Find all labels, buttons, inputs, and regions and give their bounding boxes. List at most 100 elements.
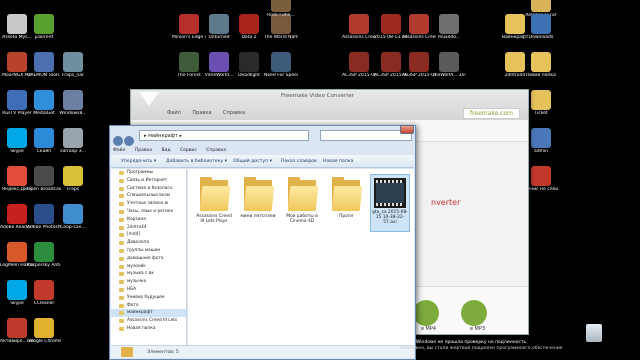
menu-file[interactable]: Файл	[113, 148, 125, 153]
slideshow-button[interactable]: Показ слайдов	[281, 159, 317, 164]
organize-button[interactable]: Упорядочить ▾	[121, 159, 156, 164]
shortcut-label: Assassins Creed III Lets...	[342, 35, 376, 40]
desktop-shortcut[interactable]: Kaspersky Anti-Virus	[27, 242, 61, 268]
navigation-pane[interactable]: Программы Связь и Интернет Система и безоп…	[111, 169, 187, 345]
desktop-shortcut[interactable]: Deadlight	[232, 52, 266, 78]
nav-item[interactable]: Новая папка	[111, 325, 186, 333]
folder-icon	[119, 233, 124, 238]
desktop-shortcut[interactable]: Fraps	[56, 166, 90, 192]
folder-icon	[119, 186, 124, 191]
nav-item[interactable]: Корзина	[111, 216, 186, 224]
menu-tools[interactable]: Сервис	[180, 148, 197, 153]
to-mp3-button[interactable]	[461, 300, 487, 326]
shortcut-label: AC3SP 2015-08-...	[342, 73, 376, 78]
menu-help[interactable]: Справка	[206, 148, 226, 153]
nav-item[interactable]: Программы	[111, 169, 186, 177]
folder-item[interactable]: Проги	[326, 174, 366, 219]
desktop-shortcut[interactable]: Assassins Creed III Lets...	[342, 14, 376, 40]
nav-item[interactable]: Часы, язык и регион	[111, 208, 186, 216]
nav-item-label: Часы, язык и регион	[127, 208, 174, 214]
freemake-menu-edit[interactable]: Правка	[192, 110, 211, 116]
desktop-shortcut[interactable]: Fraps_nar	[56, 52, 90, 78]
desktop-shortcut[interactable]: Dota 2	[232, 14, 266, 40]
nav-item[interactable]: Система и безопасн	[111, 185, 186, 193]
app-icon	[239, 52, 259, 72]
desktop-shortcut[interactable]: CCleaner	[27, 280, 61, 306]
nav-item[interactable]: майнкрафт	[111, 309, 186, 318]
nav-item[interactable]: музонйк	[111, 263, 186, 271]
desktop-shortcut[interactable]: Windows8...	[56, 90, 90, 116]
close-button[interactable]	[400, 125, 414, 134]
nav-item[interactable]: Универ будущее	[111, 294, 186, 302]
back-button[interactable]	[113, 135, 123, 146]
nav-item[interactable]: [md4]	[111, 231, 186, 239]
desktop-shortcut[interactable]: Ticket	[524, 90, 558, 116]
nav-item-label: Корзина	[127, 216, 146, 222]
desktop-shortcut[interactable]: μTorrent	[27, 14, 61, 40]
desktop-shortcut[interactable]: Minion's Edge v.1.0.3.0	[172, 14, 206, 40]
shortcut-label: sarraxp-3...	[60, 149, 86, 154]
add-to-library-button[interactable]: Добавить в библиотеку ▾	[166, 159, 227, 164]
freemake-menu-file[interactable]: Файл	[167, 110, 181, 116]
nav-item-label: Учетные записи ю	[127, 201, 169, 207]
folder-icon	[330, 174, 363, 212]
nav-item[interactable]: Учетные записи ю	[111, 200, 186, 208]
folder-icon	[198, 174, 231, 212]
shortcut-label: Kaspersky Anti-Virus	[27, 263, 61, 268]
nav-item[interactable]: Специальные возм	[111, 192, 186, 200]
folder-item[interactable]: Assassins Creed III Lets Plays	[194, 174, 234, 224]
desktop-shortcut[interactable]: sarraxp-3...	[56, 128, 90, 154]
freemake-brand-link[interactable]: freemake.com	[462, 108, 520, 119]
freemake-titlebar[interactable]: Freemake Video Converter Файл Правка Спр…	[131, 90, 528, 120]
folder-item[interactable]: Мои работы в Cinema 4D	[282, 174, 322, 224]
new-folder-button[interactable]: Новая папка	[323, 159, 353, 164]
desktop-shortcut[interactable]: Rock Гибе...	[264, 0, 298, 18]
file-view[interactable]: Assassins Creed III Lets Plays мини летсп…	[188, 169, 414, 345]
nav-item[interactable]: Assassins Creed III Lets	[111, 317, 186, 325]
folder-icon	[119, 248, 124, 253]
forward-button[interactable]	[124, 135, 134, 146]
nav-item[interactable]: домашние фото	[111, 255, 186, 263]
explorer-window[interactable]: ▸ майнкрафт ▸ Файл Правка Вид Сервис Спр…	[109, 125, 416, 360]
menu-view[interactable]: Вид	[161, 148, 170, 153]
nav-item[interactable]: Девелопа	[111, 239, 186, 247]
desktop-shortcut[interactable]: admin	[524, 128, 558, 154]
desktop-shortcut[interactable]: muxedo...	[432, 14, 466, 40]
desktop-shortcut[interactable]: Google Chrome	[27, 318, 61, 344]
nav-item[interactable]: группы машин	[111, 247, 186, 255]
desktop-shortcut[interactable]: VimeWorld...	[202, 52, 236, 78]
nav-item[interactable]: Связь и Интернет	[111, 177, 186, 185]
desktop-shortcut[interactable]: AC3SP 2015-08-...	[342, 52, 376, 78]
shortcut-label: Rock Гибе...	[267, 13, 295, 18]
nav-item-label: Assassins Creed III Lets	[127, 318, 178, 324]
desktop-shortcut[interactable]: Assassins Creed...	[402, 14, 436, 40]
desktop-shortcut[interactable]: AC3SP 2015-08-28...	[402, 52, 436, 78]
file-label: Проги	[339, 214, 353, 219]
address-bar[interactable]: ▸ майнкрафт ▸	[139, 130, 309, 141]
app-icon	[271, 0, 291, 12]
nav-item[interactable]: музычко	[111, 278, 186, 286]
desktop-shortcut[interactable]: Unturned	[202, 14, 236, 40]
app-icon	[381, 52, 401, 72]
desktop-shortcut[interactable]: Новая папка	[524, 52, 558, 78]
app-icon	[34, 90, 54, 110]
desktop-shortcut[interactable]: Need For Speed Mo...	[264, 52, 298, 78]
share-button[interactable]: Общий доступ ▾	[233, 159, 272, 164]
search-input[interactable]	[320, 130, 412, 141]
video-file[interactable]: gta_sa 2015-08-15 10-38-22-57.avi	[370, 174, 410, 232]
shortcut-label: Deadlight	[238, 73, 260, 78]
freemake-menu-help[interactable]: Справка	[223, 110, 245, 116]
app-icon	[7, 242, 27, 262]
nav-item[interactable]: музыка с вк	[111, 270, 186, 278]
to-mp4-button[interactable]	[413, 300, 439, 326]
folder-item[interactable]: мини летсплеи	[238, 174, 278, 219]
nav-item[interactable]: НБА	[111, 286, 186, 294]
nav-item[interactable]: 2dntro44	[111, 224, 186, 232]
menu-edit[interactable]: Правка	[135, 148, 152, 153]
desktop-shortcut[interactable]: TheWolfA... 2015-08-...	[432, 52, 466, 78]
desktop-shortcut[interactable]: Downloads	[524, 14, 558, 40]
desktop-shortcut[interactable]: Coop-Lan...	[56, 204, 90, 230]
nav-item[interactable]: Фото	[111, 302, 186, 310]
desktop-shortcut[interactable]: Денис не спешит	[524, 166, 558, 192]
desktop-shortcut[interactable]: The Forest	[172, 52, 206, 78]
